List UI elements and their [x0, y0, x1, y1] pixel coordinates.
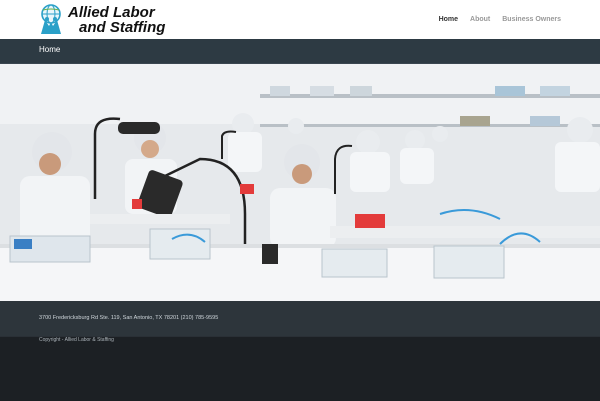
lab-workers-photo	[0, 64, 600, 301]
nav-item-business-owners[interactable]: Business Owners	[502, 16, 561, 23]
logo-text: Allied Labor and Staffing	[68, 5, 165, 35]
logo-line-1: Allied Labor	[68, 4, 155, 21]
site-footer: 3700 Fredericksburg Rd Ste. 119, San Ant…	[0, 301, 600, 336]
hero-image	[0, 64, 600, 301]
page-title-bar: Home	[0, 39, 600, 64]
main-nav: Home About Business Owners	[439, 0, 561, 39]
nav-item-about[interactable]: About	[470, 16, 490, 23]
site-header: Allied Labor and Staffing Home About Bus…	[0, 0, 600, 39]
nav-item-home[interactable]: Home	[439, 16, 458, 23]
page-title: Home	[39, 45, 61, 54]
site-logo[interactable]: Allied Labor and Staffing	[38, 2, 165, 38]
logo-line-2: and Staffing	[79, 19, 166, 36]
copyright-text: Copyright - Allied Labor & Staffing	[39, 337, 114, 343]
logo-globe-icon	[38, 4, 64, 36]
copyright-bar: Copyright - Allied Labor & Staffing	[0, 336, 600, 401]
footer-address: 3700 Fredericksburg Rd Ste. 119, San Ant…	[39, 315, 219, 321]
